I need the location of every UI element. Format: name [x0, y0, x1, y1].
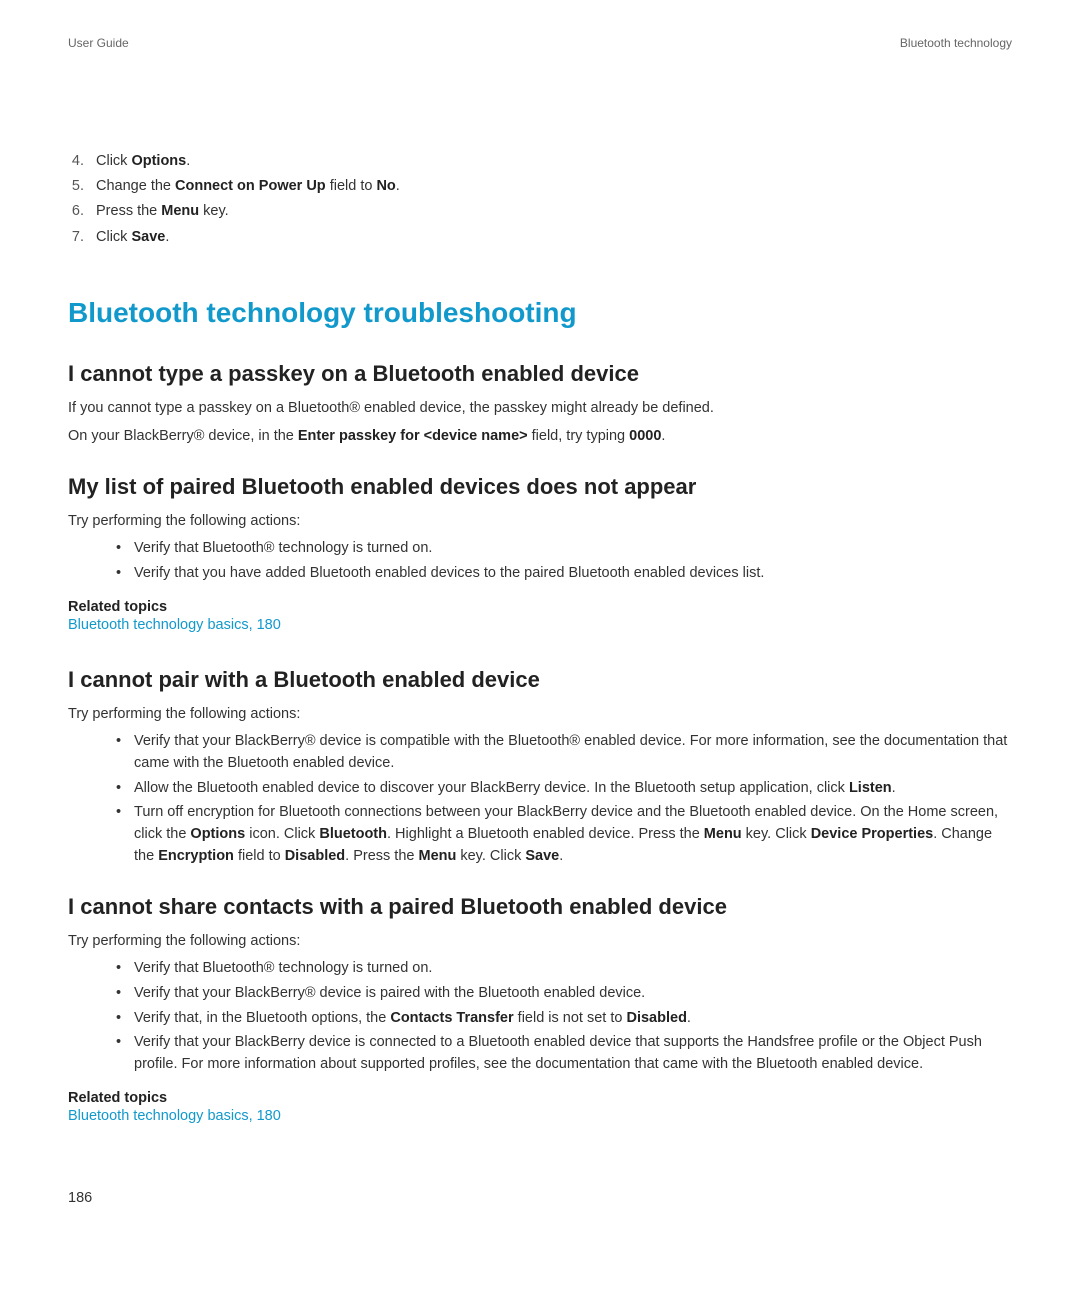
step-4: 4. Click Options. [68, 150, 1012, 173]
list-item: Verify that Bluetooth® technology is tur… [68, 958, 1012, 980]
step-number: 6. [68, 200, 96, 223]
step-number: 5. [68, 175, 96, 198]
step-number: 7. [68, 226, 96, 249]
body-text: If you cannot type a passkey on a Blueto… [68, 397, 1012, 419]
step-6: 6. Press the Menu key. [68, 200, 1012, 223]
subsection-share-contacts-title: I cannot share contacts with a paired Bl… [68, 894, 1012, 920]
body-text: On your BlackBerry® device, in the Enter… [68, 425, 1012, 447]
list-item: Verify that, in the Bluetooth options, t… [68, 1008, 1012, 1030]
related-topics-heading: Related topics [68, 599, 1012, 615]
step-text: Click Save. [96, 226, 169, 249]
step-text: Press the Menu key. [96, 200, 229, 223]
body-text: Try performing the following actions: [68, 703, 1012, 725]
bullet-list: Verify that Bluetooth® technology is tur… [68, 538, 1012, 585]
body-text: Try performing the following actions: [68, 510, 1012, 532]
section-title: Bluetooth technology troubleshooting [68, 297, 1012, 329]
list-item: Verify that your BlackBerry® device is c… [68, 731, 1012, 775]
list-item: Verify that Bluetooth® technology is tur… [68, 538, 1012, 560]
subsection-passkey-title: I cannot type a passkey on a Bluetooth e… [68, 361, 1012, 387]
bullet-list: Verify that Bluetooth® technology is tur… [68, 958, 1012, 1076]
list-item: Turn off encryption for Bluetooth connec… [68, 802, 1012, 867]
subsection-cannot-pair-title: I cannot pair with a Bluetooth enabled d… [68, 667, 1012, 693]
header-left: User Guide [68, 36, 129, 50]
step-7: 7. Click Save. [68, 226, 1012, 249]
step-number: 4. [68, 150, 96, 173]
body-text: Try performing the following actions: [68, 930, 1012, 952]
list-item: Verify that you have added Bluetooth ena… [68, 563, 1012, 585]
related-topics-heading: Related topics [68, 1090, 1012, 1106]
header-right: Bluetooth technology [900, 36, 1012, 50]
list-item: Verify that your BlackBerry® device is p… [68, 983, 1012, 1005]
step-text: Click Options. [96, 150, 190, 173]
list-item: Verify that your BlackBerry device is co… [68, 1032, 1012, 1076]
related-link[interactable]: Bluetooth technology basics, 180 [68, 1108, 281, 1124]
page-number: 186 [68, 1190, 92, 1206]
related-link[interactable]: Bluetooth technology basics, 180 [68, 617, 281, 633]
list-item: Allow the Bluetooth enabled device to di… [68, 778, 1012, 800]
step-text: Change the Connect on Power Up field to … [96, 175, 400, 198]
bullet-list: Verify that your BlackBerry® device is c… [68, 731, 1012, 868]
subsection-paired-list-title: My list of paired Bluetooth enabled devi… [68, 474, 1012, 500]
page-header: User Guide Bluetooth technology [68, 36, 1012, 50]
step-5: 5. Change the Connect on Power Up field … [68, 175, 1012, 198]
steps-list: 4. Click Options. 5. Change the Connect … [68, 150, 1012, 249]
